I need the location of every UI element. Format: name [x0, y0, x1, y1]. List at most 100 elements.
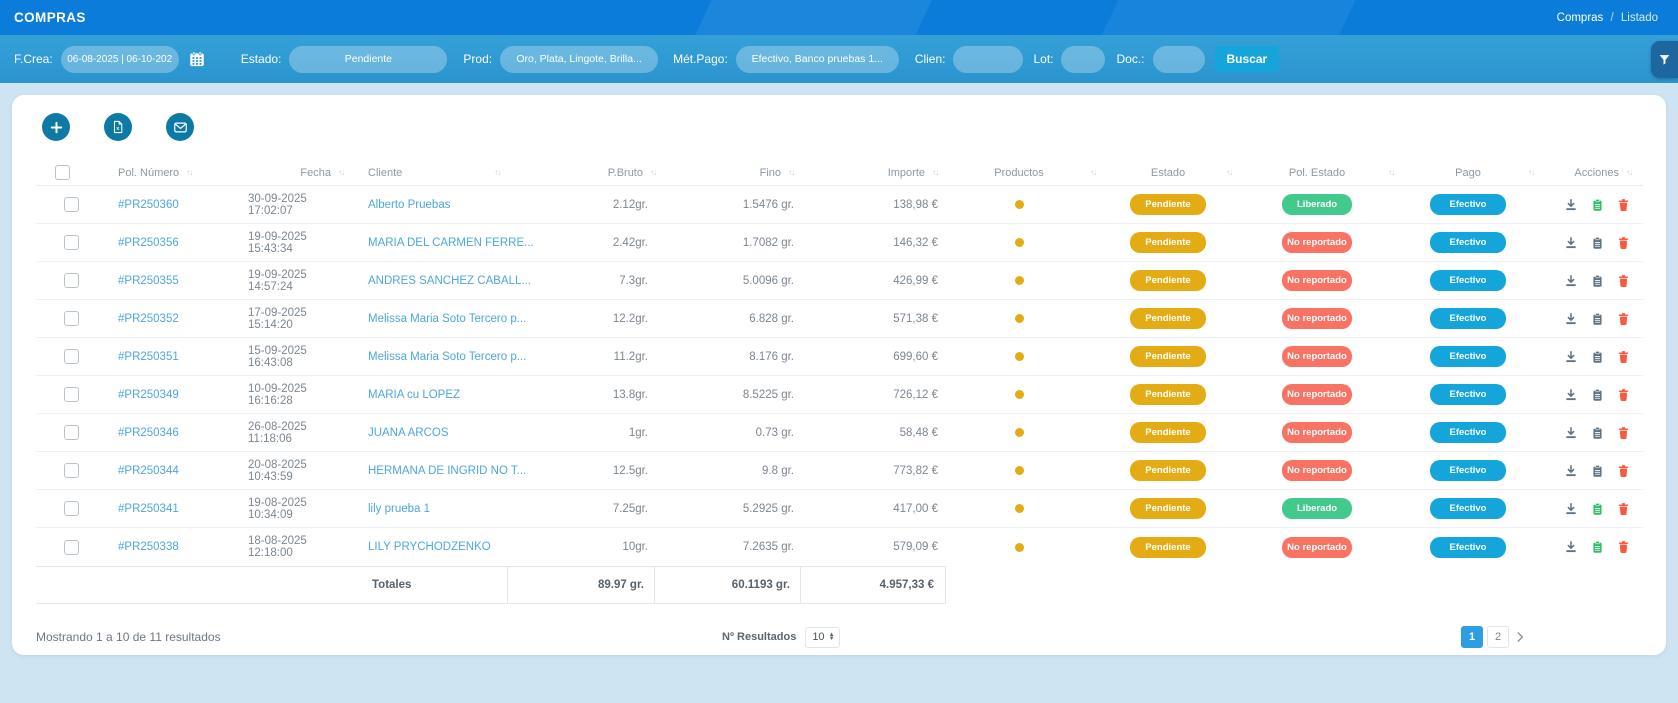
page-button-1[interactable]: 1 [1461, 626, 1483, 648]
client-link[interactable]: MARIA cu LOPEZ [368, 389, 460, 401]
document-icon[interactable] [1591, 274, 1604, 288]
next-page-button[interactable] [1513, 630, 1527, 644]
metpago-select[interactable]: Efectivo, Banco pruebas 1... [736, 46, 899, 73]
header-pol-estado[interactable]: Pol. Estado↑↓ [1236, 167, 1398, 179]
client-link[interactable]: LILY PRYCHODZENKO [368, 541, 491, 553]
header-estado[interactable]: Estado↑↓ [1100, 167, 1236, 179]
delete-icon[interactable] [1617, 464, 1630, 478]
delete-icon[interactable] [1617, 312, 1630, 326]
client-link[interactable]: lily prueba 1 [368, 503, 430, 515]
policy-number-link[interactable]: #PR250338 [118, 541, 179, 553]
row-checkbox[interactable] [64, 540, 79, 555]
sort-icon[interactable]: ↑↓ [1626, 168, 1632, 177]
delete-icon[interactable] [1617, 540, 1630, 554]
row-checkbox[interactable] [64, 197, 79, 212]
buscar-button[interactable]: Buscar [1215, 46, 1280, 72]
download-icon[interactable] [1564, 274, 1578, 288]
policy-number-link[interactable]: #PR250351 [118, 351, 179, 363]
row-checkbox[interactable] [64, 501, 79, 516]
download-icon[interactable] [1564, 540, 1578, 554]
client-link[interactable]: MARIA DEL CARMEN FERRE... [368, 237, 534, 249]
policy-number-link[interactable]: #PR250352 [118, 313, 179, 325]
delete-icon[interactable] [1617, 274, 1630, 288]
client-link[interactable]: ANDRES SANCHEZ CABALL... [368, 275, 531, 287]
policy-number-link[interactable]: #PR250360 [118, 199, 179, 211]
fcrea-daterange-input[interactable]: 06-08-2025 | 06-10-202 [61, 46, 179, 73]
document-icon[interactable] [1591, 198, 1604, 212]
delete-icon[interactable] [1617, 388, 1630, 402]
download-icon[interactable] [1564, 236, 1578, 250]
download-icon[interactable] [1564, 502, 1578, 516]
row-checkbox[interactable] [64, 349, 79, 364]
sort-icon[interactable]: ↑↓ [186, 168, 192, 177]
row-checkbox[interactable] [64, 311, 79, 326]
document-icon[interactable] [1591, 388, 1604, 402]
header-pol-numero[interactable]: Pol. Número↑↓ [88, 167, 248, 179]
add-purchase-button[interactable] [42, 113, 70, 141]
delete-icon[interactable] [1617, 426, 1630, 440]
doc-input[interactable] [1153, 46, 1205, 73]
policy-number-link[interactable]: #PR250349 [118, 389, 179, 401]
header-pago[interactable]: Pago↑↓ [1398, 167, 1538, 179]
document-icon[interactable] [1591, 464, 1604, 478]
row-checkbox[interactable] [64, 235, 79, 250]
delete-icon[interactable] [1617, 350, 1630, 364]
document-icon[interactable] [1591, 312, 1604, 326]
header-acciones[interactable]: Acciones↑↓ [1538, 167, 1632, 179]
download-icon[interactable] [1564, 198, 1578, 212]
policy-number-link[interactable]: #PR250344 [118, 465, 179, 477]
sort-icon[interactable]: ↑↓ [494, 168, 500, 177]
stepper-icon[interactable]: ▲▼ [829, 633, 835, 641]
document-icon[interactable] [1591, 236, 1604, 250]
filter-panel-toggle[interactable] [1651, 41, 1678, 78]
document-icon[interactable] [1591, 540, 1604, 554]
client-link[interactable]: Melissa Maria Soto Tercero p... [368, 313, 526, 325]
header-pbruto[interactable]: P.Bruto↑↓ [598, 167, 656, 179]
header-productos[interactable]: Productos↑↓ [938, 167, 1100, 179]
document-icon[interactable] [1591, 502, 1604, 516]
delete-icon[interactable] [1617, 502, 1630, 516]
row-checkbox[interactable] [64, 387, 79, 402]
delete-icon[interactable] [1617, 198, 1630, 212]
header-fino[interactable]: Fino↑↓ [656, 167, 794, 179]
download-icon[interactable] [1564, 350, 1578, 364]
row-checkbox[interactable] [64, 463, 79, 478]
prod-select[interactable]: Oro, Plata, Lingote, Brilla... [500, 46, 658, 73]
send-email-button[interactable] [166, 113, 194, 141]
page-button-2[interactable]: 2 [1487, 626, 1509, 648]
client-link[interactable]: JUANA ARCOS [368, 427, 449, 439]
client-link[interactable]: Alberto Pruebas [368, 199, 450, 211]
sort-icon[interactable]: ↑↓ [1388, 168, 1394, 177]
delete-icon[interactable] [1617, 236, 1630, 250]
select-all-checkbox[interactable] [55, 165, 70, 180]
breadcrumb-root[interactable]: Compras [1557, 12, 1604, 24]
estado-select[interactable]: Pendiente [289, 46, 447, 73]
header-cliente[interactable]: Cliente↑↓ [344, 167, 598, 179]
sort-icon[interactable]: ↑↓ [1090, 168, 1096, 177]
download-icon[interactable] [1564, 388, 1578, 402]
row-checkbox[interactable] [64, 425, 79, 440]
document-icon[interactable] [1591, 426, 1604, 440]
download-icon[interactable] [1564, 464, 1578, 478]
download-icon[interactable] [1564, 312, 1578, 326]
sort-icon[interactable]: ↑↓ [1528, 168, 1534, 177]
sort-icon[interactable]: ↑↓ [1226, 168, 1232, 177]
export-excel-button[interactable]: x [104, 113, 132, 141]
document-icon[interactable] [1591, 350, 1604, 364]
download-icon[interactable] [1564, 426, 1578, 440]
clien-input[interactable] [953, 46, 1023, 73]
client-link[interactable]: HERMANA DE INGRID NO T... [368, 465, 526, 477]
results-per-page-input[interactable]: 10 ▲▼ [805, 627, 839, 648]
policy-number-link[interactable]: #PR250355 [118, 275, 179, 287]
policy-number-link[interactable]: #PR250346 [118, 427, 179, 439]
row-checkbox[interactable] [64, 273, 79, 288]
header-fecha[interactable]: Fecha↑↓ [248, 167, 344, 179]
policy-number-link[interactable]: #PR250341 [118, 503, 179, 515]
client-link[interactable]: Melissa Maria Soto Tercero p... [368, 351, 526, 363]
row-fine-weight: 1.7082 gr. [656, 237, 794, 249]
header-importe[interactable]: Importe↑↓ [794, 167, 938, 179]
calendar-icon[interactable] [187, 49, 207, 69]
policy-number-link[interactable]: #PR250356 [118, 237, 179, 249]
lot-input[interactable] [1061, 46, 1105, 73]
row-gross-weight: 10gr. [598, 541, 656, 553]
